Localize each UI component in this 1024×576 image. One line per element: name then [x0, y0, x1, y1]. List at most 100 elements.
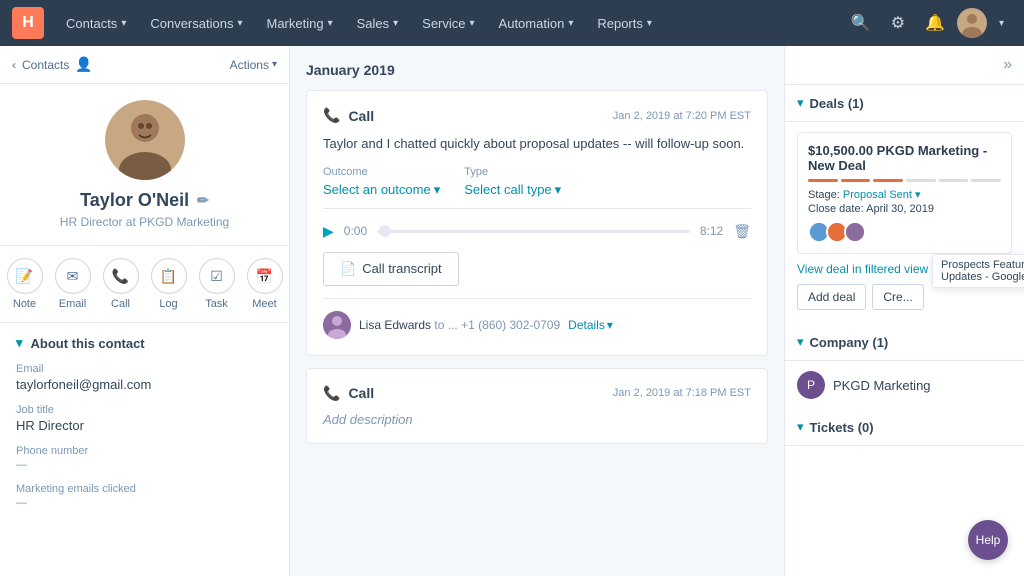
tooltip: Prospects Feature Page Updates - Google … [932, 254, 1024, 288]
tickets-section-header[interactable]: ▾ Tickets (0) [785, 409, 1024, 446]
nav-marketing[interactable]: Marketing ▾ [256, 10, 342, 37]
card-title-2: 📞 Call [323, 385, 374, 402]
progress-seg-2 [841, 179, 871, 182]
progress-seg-1 [808, 179, 838, 182]
note-button[interactable]: 📝 Note [7, 258, 43, 310]
caller-info: Lisa Edwards to ... +1 (860) 302-0709 De… [323, 298, 751, 339]
add-description[interactable]: Add description [323, 412, 751, 427]
nav-reports[interactable]: Reports ▾ [587, 10, 662, 37]
audio-player: ▶ 0:00 8:12 🗑 [323, 219, 751, 244]
contact-profile: Taylor O'Neil ✏ HR Director at PKGD Mark… [0, 84, 289, 246]
details-link[interactable]: Details ▾ [568, 318, 613, 332]
progress-seg-4 [906, 179, 936, 182]
email-icon: ✉ [55, 258, 91, 294]
deal-stage: Stage: Proposal Sent ▾ [808, 188, 1001, 201]
outcome-type-row: Outcome Select an outcome ▾ Type Select … [323, 166, 751, 198]
deal-progress-bar [808, 179, 1001, 182]
card-date-1: Jan 2, 2019 at 7:20 PM EST [613, 110, 751, 122]
type-select-dropdown[interactable]: Select call type ▾ [464, 182, 561, 198]
contact-job-title: HR Director at PKGD Marketing [60, 215, 229, 229]
chevron-down-icon: ▾ [393, 18, 398, 29]
caller-avatar [323, 311, 351, 339]
chevron-down-icon: ▾ [121, 18, 126, 29]
task-button[interactable]: ☑ Task [199, 258, 235, 310]
delete-recording-icon[interactable]: 🗑 [733, 223, 751, 240]
job-title-field-group: Job title HR Director [16, 404, 273, 433]
search-icon[interactable]: 🔍 [843, 7, 879, 39]
log-button[interactable]: 📋 Log [151, 258, 187, 310]
deal-action-buttons: Add deal Cre... Prospects Feature Page U… [797, 284, 1012, 310]
divider [323, 208, 751, 209]
add-deal-button[interactable]: Add deal [797, 284, 866, 310]
chevron-down-icon: ▾ [470, 18, 475, 29]
outcome-select-dropdown[interactable]: Select an outcome ▾ [323, 182, 440, 198]
note-icon: 📝 [7, 258, 43, 294]
meet-button[interactable]: 📅 Meet [247, 258, 283, 310]
tickets-chevron-icon: ▾ [797, 419, 804, 435]
card-date-2: Jan 2, 2019 at 7:18 PM EST [613, 387, 751, 399]
deals-chevron-icon: ▾ [797, 95, 804, 111]
progress-seg-3 [873, 179, 903, 182]
call-card-2: 📞 Call Jan 2, 2019 at 7:18 PM EST Add de… [306, 368, 768, 444]
play-button[interactable]: ▶ [323, 223, 334, 240]
card-header-1: 📞 Call Jan 2, 2019 at 7:20 PM EST [323, 107, 751, 124]
back-to-contacts[interactable]: ‹ Contacts 👤 [12, 56, 93, 73]
account-chevron-icon[interactable]: ▾ [991, 12, 1012, 35]
company-section-header[interactable]: ▾ Company (1) [785, 324, 1024, 361]
deals-section: $10,500.00 PKGD Marketing - New Deal Sta… [785, 122, 1024, 324]
chevron-down-icon: ▾ [555, 182, 562, 198]
right-sidebar: » ▾ Deals (1) $10,500.00 PKGD Marketing … [784, 46, 1024, 576]
meet-icon: 📅 [247, 258, 283, 294]
chevron-down-icon: ▾ [237, 18, 242, 29]
deal-close-date: Close date: April 30, 2019 [808, 203, 1001, 215]
nav-automation[interactable]: Automation ▾ [489, 10, 584, 37]
nav-contacts[interactable]: Contacts ▾ [56, 10, 136, 37]
expand-icon[interactable]: » [1003, 56, 1012, 74]
nav-sales[interactable]: Sales ▾ [347, 10, 409, 37]
top-navigation: H Contacts ▾ Conversations ▾ Marketing ▾… [0, 0, 1024, 46]
deals-section-header[interactable]: ▾ Deals (1) [785, 85, 1024, 122]
contact-action-buttons: 📝 Note ✉ Email 📞 Call 📋 Log ☑ Task 📅 M [0, 246, 289, 323]
about-section-toggle[interactable]: ▾ About this contact [16, 335, 273, 351]
contact-name: Taylor O'Neil ✏ [80, 190, 209, 211]
contact-sidebar: ‹ Contacts 👤 Actions ▾ [0, 46, 290, 576]
nav-service[interactable]: Service ▾ [412, 10, 484, 37]
contact-avatar [105, 100, 185, 180]
user-avatar[interactable] [957, 8, 987, 38]
chevron-down-icon: ▾ [272, 59, 277, 70]
call-transcript-button[interactable]: 📄 Call transcript [323, 252, 459, 286]
phone-icon: 📞 [323, 385, 340, 402]
month-header: January 2019 [306, 62, 768, 78]
chevron-down-icon: ▾ [607, 318, 613, 332]
deal-card: $10,500.00 PKGD Marketing - New Deal Sta… [797, 132, 1012, 254]
progress-seg-6 [971, 179, 1001, 182]
help-button[interactable]: Help [968, 520, 1008, 560]
create-deal-button[interactable]: Cre... [872, 284, 923, 310]
deal-avatars [808, 221, 1001, 243]
call-button[interactable]: 📞 Call [103, 258, 139, 310]
email-field-group: Email taylorfoneil@gmail.com [16, 363, 273, 392]
edit-contact-icon[interactable]: ✏ [197, 192, 209, 209]
audio-progress-bar[interactable] [377, 230, 690, 233]
chevron-left-icon: ‹ [12, 58, 16, 72]
settings-icon[interactable]: ⚙ [883, 7, 913, 39]
company-chevron-icon: ▾ [797, 334, 804, 350]
actions-menu-button[interactable]: Actions ▾ [230, 58, 277, 72]
nav-conversations[interactable]: Conversations ▾ [140, 10, 252, 37]
sidebar-header: ‹ Contacts 👤 Actions ▾ [0, 46, 289, 84]
time-start: 0:00 [344, 224, 367, 238]
notifications-icon[interactable]: 🔔 [917, 7, 953, 39]
phone-icon: 📞 [323, 107, 340, 124]
call-description-1: Taylor and I chatted quickly about propo… [323, 134, 751, 154]
call-icon: 📞 [103, 258, 139, 294]
email-button[interactable]: ✉ Email [55, 258, 91, 310]
marketing-field-group: Marketing emails clicked — [16, 483, 273, 509]
company-item: P PKGD Marketing [797, 371, 1012, 399]
card-title-1: 📞 Call [323, 107, 374, 124]
card-header-2: 📞 Call Jan 2, 2019 at 7:18 PM EST [323, 385, 751, 402]
hubspot-logo[interactable]: H [12, 7, 44, 39]
transcript-icon: 📄 [340, 261, 356, 277]
phone-field-group: Phone number — [16, 445, 273, 471]
deal-amount: $10,500.00 PKGD Marketing - New Deal [808, 143, 1001, 173]
stage-value[interactable]: Proposal Sent ▾ [843, 189, 921, 201]
